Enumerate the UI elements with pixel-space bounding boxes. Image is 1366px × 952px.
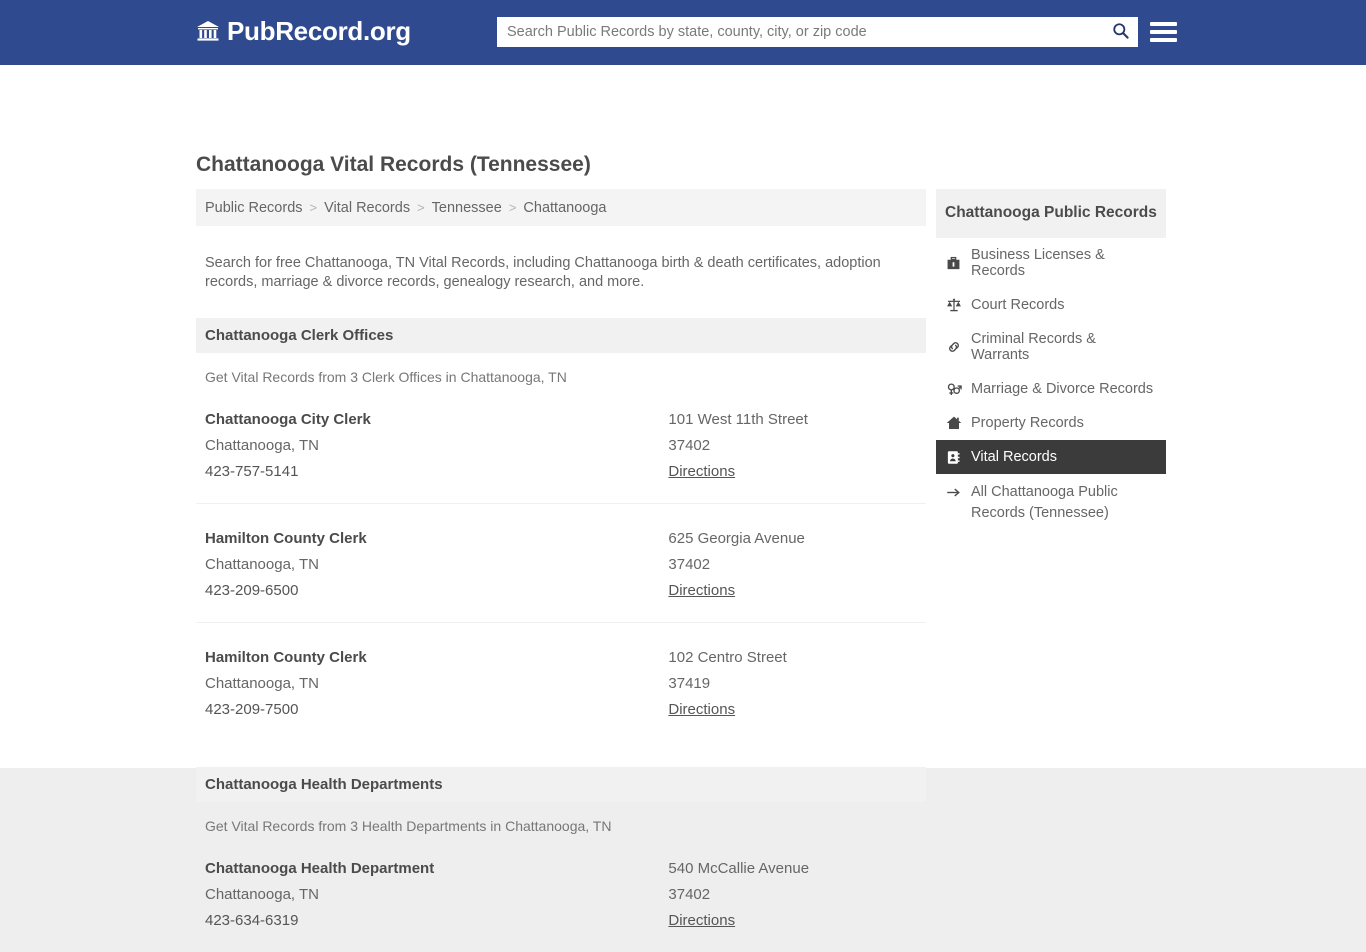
listing-zip: 37419 <box>668 675 711 693</box>
sidebar-item-vital-records[interactable]: Vital Records <box>936 440 1166 475</box>
listing-address: 625 Georgia Avenue <box>668 530 805 548</box>
listing-phone: 423-757-5141 <box>205 463 299 481</box>
listing-row: Hamilton County Clerk Chattanooga, TN 42… <box>196 622 926 741</box>
listing-phone: 423-634-6319 <box>205 912 299 930</box>
arrow-right-icon <box>945 482 962 524</box>
breadcrumb-separator: > <box>309 200 318 215</box>
venus-mars-icon <box>945 381 962 397</box>
listing-name: Hamilton County Clerk <box>205 649 367 667</box>
directions-link[interactable]: Directions <box>668 908 735 934</box>
sidebar-item-property-records[interactable]: Property Records <box>936 406 1166 440</box>
listing-phone: 423-209-7500 <box>205 701 299 719</box>
listing-address: 101 West 11th Street <box>668 411 808 429</box>
sidebar-item-label: Court Records <box>971 297 1065 314</box>
breadcrumb-separator: > <box>417 200 425 215</box>
listing-primary: Chattanooga City Clerk Chattanooga, TN 4… <box>205 407 668 485</box>
breadcrumb-item-public-records[interactable]: Public Records <box>205 200 303 216</box>
listing-city: Chattanooga, TN <box>205 675 319 693</box>
hamburger-bar <box>1150 29 1177 34</box>
sidebar-all-records-link[interactable]: All Chattanooga Public Records (Tennesse… <box>936 474 1166 524</box>
listing-city: Chattanooga, TN <box>205 886 319 904</box>
listing-name: Chattanooga Health Department <box>205 860 435 878</box>
hamburger-menu-icon[interactable] <box>1150 18 1177 45</box>
breadcrumb-item-vital-records[interactable]: Vital Records <box>324 200 410 216</box>
section-heading: Chattanooga Health Departments <box>196 767 926 803</box>
section-subheading: Get Vital Records from 3 Clerk Offices i… <box>205 369 567 386</box>
sidebar-item-label: Property Records <box>971 415 1084 432</box>
sidebar-item-label: Marriage & Divorce Records <box>971 381 1154 398</box>
search-button[interactable] <box>1102 17 1138 47</box>
sidebar-item-label: Vital Records <box>971 449 1057 466</box>
site-logo-text: PubRecord.org <box>227 16 411 46</box>
page-title: Chattanooga Vital Records (Tennessee) <box>196 153 591 176</box>
university-icon <box>196 19 220 43</box>
listing-row: Chattanooga City Clerk Chattanooga, TN 4… <box>196 385 926 503</box>
sidebar-item-business-licenses[interactable]: Business Licenses & Records <box>936 238 1166 288</box>
listing-row: Hamilton County Clerk Chattanooga, TN 42… <box>196 503 926 622</box>
sidebar-heading: Chattanooga Public Records <box>936 189 1166 239</box>
listing-zip: 37402 <box>668 437 711 455</box>
listing-secondary: 102 Centro Street 37419 Directions <box>668 645 917 723</box>
page-intro: Search for free Chattanooga, TN Vital Re… <box>205 254 881 290</box>
breadcrumb: Public Records > Vital Records > Tenness… <box>196 189 926 226</box>
listing-secondary: 101 West 11th Street 37402 Directions <box>668 407 917 485</box>
main-content: Public Records > Vital Records > Tenness… <box>196 189 926 952</box>
sidebar-list: Business Licenses & Records Court Record… <box>936 238 1166 475</box>
briefcase-icon <box>945 256 962 271</box>
listing-city: Chattanooga, TN <box>205 437 319 455</box>
search-icon <box>1111 21 1130 43</box>
listing-row: Chattanooga Health Department Chattanoog… <box>196 834 926 952</box>
listing-secondary: 540 McCallie Avenue 37402 Directions <box>668 856 917 934</box>
breadcrumb-separator: > <box>508 200 517 215</box>
sidebar-item-label: Business Licenses & Records <box>971 247 1105 280</box>
home-icon <box>945 415 962 431</box>
section-heading: Chattanooga Clerk Offices <box>196 318 926 354</box>
listing-secondary: 625 Georgia Avenue 37402 Directions <box>668 526 917 604</box>
listing-phone: 423-209-6500 <box>205 582 299 600</box>
site-logo[interactable]: PubRecord.org <box>196 18 411 44</box>
search-input[interactable] <box>497 18 1102 46</box>
breadcrumb-item-chattanooga[interactable]: Chattanooga <box>523 200 606 216</box>
listing-address: 540 McCallie Avenue <box>668 860 810 878</box>
listing-primary: Hamilton County Clerk Chattanooga, TN 42… <box>205 645 668 723</box>
hamburger-bar <box>1150 37 1177 42</box>
balance-scale-icon <box>945 297 962 313</box>
directions-link[interactable]: Directions <box>668 697 735 723</box>
sidebar: Chattanooga Public Records Business Lice… <box>936 189 1166 525</box>
site-header: PubRecord.org <box>0 0 1366 65</box>
sidebar-item-marriage-divorce[interactable]: Marriage & Divorce Records <box>936 372 1166 406</box>
sidebar-item-label: Criminal Records & Warrants <box>971 331 1096 364</box>
breadcrumb-item-tennessee[interactable]: Tennessee <box>432 200 502 216</box>
page-body: Chattanooga Vital Records (Tennessee) Pu… <box>0 65 1366 929</box>
hamburger-bar <box>1150 21 1177 26</box>
listing-primary: Hamilton County Clerk Chattanooga, TN 42… <box>205 526 668 604</box>
section-subheading: Get Vital Records from 3 Health Departme… <box>205 818 612 835</box>
directions-link[interactable]: Directions <box>668 578 735 604</box>
listing-city: Chattanooga, TN <box>205 556 319 574</box>
address-card-icon <box>945 450 962 465</box>
listing-name: Chattanooga City Clerk <box>205 411 371 429</box>
section-clerk-offices: Chattanooga Clerk Offices Get Vital Reco… <box>196 318 926 741</box>
listing-zip: 37402 <box>668 556 711 574</box>
sidebar-item-court-records[interactable]: Court Records <box>936 288 1166 322</box>
listing-primary: Chattanooga Health Department Chattanoog… <box>205 856 668 934</box>
section-health-departments: Chattanooga Health Departments Get Vital… <box>196 767 926 952</box>
sidebar-item-criminal-records[interactable]: Criminal Records & Warrants <box>936 322 1166 372</box>
listing-name: Hamilton County Clerk <box>205 530 367 548</box>
link-chain-icon <box>945 339 962 355</box>
listing-zip: 37402 <box>668 886 711 904</box>
search-bar[interactable] <box>497 17 1138 47</box>
directions-link[interactable]: Directions <box>668 459 735 485</box>
listing-address: 102 Centro Street <box>668 649 787 667</box>
sidebar-all-records-label: All Chattanooga Public Records (Tennesse… <box>971 484 1118 522</box>
